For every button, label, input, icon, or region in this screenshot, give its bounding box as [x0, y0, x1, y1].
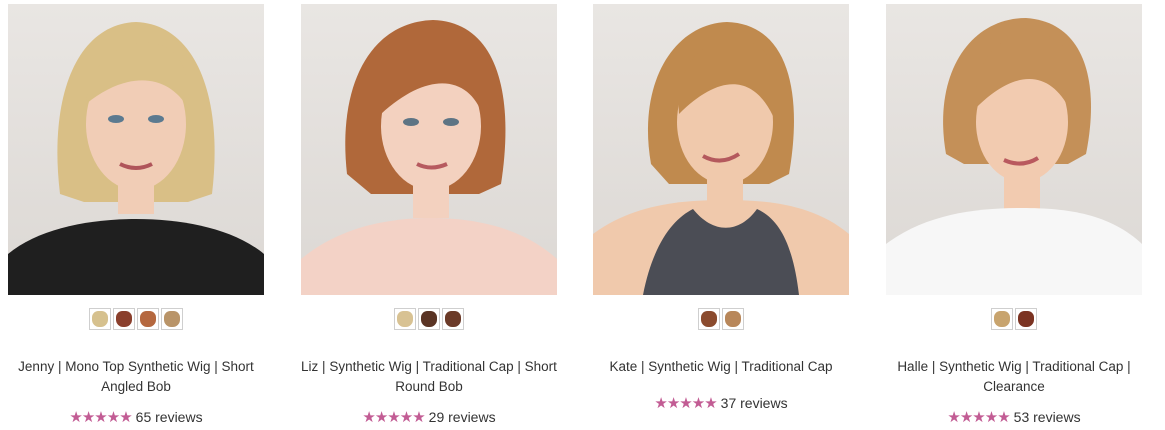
product-title[interactable]: Kate | Synthetic Wig | Traditional Cap: [593, 357, 849, 377]
color-swatch[interactable]: [442, 308, 464, 330]
product-card-kate: Kate | Synthetic Wig | Traditional Cap ★…: [593, 0, 861, 430]
product-card-liz: Liz | Synthetic Wig | Traditional Cap | …: [301, 0, 569, 430]
model-photo: [301, 20, 557, 295]
product-title[interactable]: Liz | Synthetic Wig | Traditional Cap | …: [301, 357, 557, 397]
color-swatch[interactable]: [418, 308, 440, 330]
product-image[interactable]: [593, 4, 849, 295]
product-title[interactable]: Jenny | Mono Top Synthetic Wig | Short A…: [8, 357, 264, 397]
color-swatch[interactable]: [1015, 308, 1037, 330]
color-swatch[interactable]: [698, 308, 720, 330]
color-swatch[interactable]: [722, 308, 744, 330]
color-swatch[interactable]: [137, 308, 159, 330]
color-swatch[interactable]: [394, 308, 416, 330]
product-image[interactable]: [301, 4, 557, 295]
product-rating: ★★★★★ 29 reviews: [301, 408, 557, 426]
color-swatches: [301, 308, 557, 330]
product-grid: Jenny | Mono Top Synthetic Wig | Short A…: [0, 0, 1165, 430]
model-photo: [8, 22, 264, 295]
color-swatch[interactable]: [113, 308, 135, 330]
product-rating: ★★★★★ 37 reviews: [593, 394, 849, 412]
review-count-link[interactable]: 65 reviews: [136, 409, 203, 425]
product-image[interactable]: [8, 4, 264, 295]
review-count-link[interactable]: 53 reviews: [1014, 409, 1081, 425]
color-swatches: [8, 308, 264, 330]
product-title[interactable]: Halle | Synthetic Wig | Traditional Cap …: [886, 357, 1142, 397]
review-count-link[interactable]: 37 reviews: [721, 395, 788, 411]
color-swatches: [593, 308, 849, 330]
star-rating-icons: ★★★★★: [362, 409, 425, 426]
color-swatches: [886, 308, 1142, 330]
star-rating-icons: ★★★★★: [69, 409, 132, 426]
product-rating: ★★★★★ 65 reviews: [8, 408, 264, 426]
product-image[interactable]: [886, 4, 1142, 295]
star-rating-icons: ★★★★★: [654, 395, 717, 412]
color-swatch[interactable]: [991, 308, 1013, 330]
product-card-jenny: Jenny | Mono Top Synthetic Wig | Short A…: [8, 0, 276, 430]
color-swatch[interactable]: [161, 308, 183, 330]
product-card-halle: Halle | Synthetic Wig | Traditional Cap …: [886, 0, 1154, 430]
color-swatch[interactable]: [89, 308, 111, 330]
model-photo: [593, 22, 849, 295]
model-photo: [886, 18, 1142, 295]
star-rating-icons: ★★★★★: [947, 409, 1010, 426]
product-rating: ★★★★★ 53 reviews: [886, 408, 1142, 426]
review-count-link[interactable]: 29 reviews: [429, 409, 496, 425]
